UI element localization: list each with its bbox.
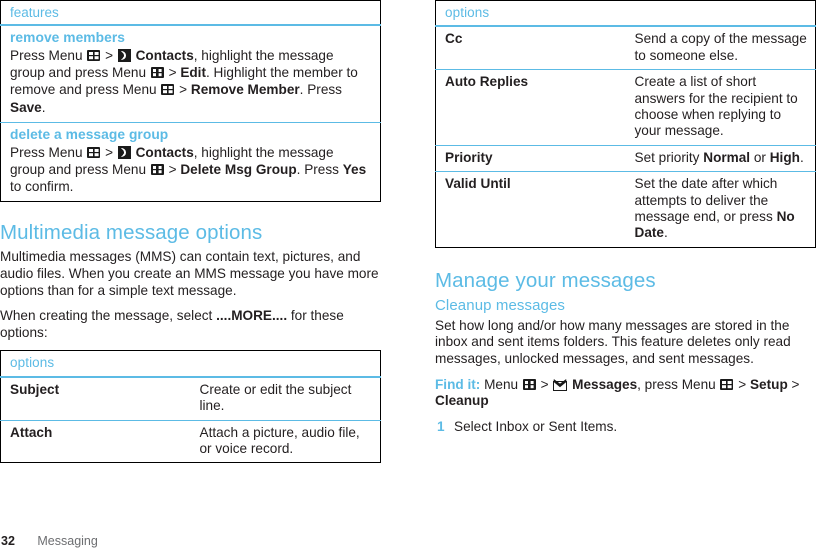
option-term: Cc [445, 31, 463, 47]
emphasis-text: Messages [568, 376, 638, 392]
option-term: Priority [435, 144, 626, 172]
features-row-body: Press Menu > Contacts, highlight the mes… [10, 48, 358, 115]
option-description: Set priority Normal or High. [625, 144, 816, 172]
find-it-label: Find it: [435, 376, 481, 392]
footer-section-name: Messaging [37, 534, 98, 548]
menu-icon [150, 164, 164, 176]
features-row-title: delete a message group [10, 126, 169, 142]
features-table-header-row: features [0, 0, 381, 26]
emphasis-text: ....MORE.... [216, 308, 288, 324]
menu-icon [87, 50, 101, 61]
cleanup-intro-paragraph: Set how long and/or how many messages ar… [435, 317, 791, 367]
menu-icon [150, 67, 164, 79]
option-description: Create a list of short answers for the r… [625, 69, 816, 146]
emphasis-text: Save [10, 99, 42, 115]
cleanup-steps-list: 1 Select Inbox or Sent Items. [435, 419, 817, 436]
emphasis-text: Edit [180, 65, 206, 81]
message-options-header-label: options [435, 0, 816, 28]
table-row: Priority Set priority Normal or High. [435, 144, 816, 172]
multimedia-more-paragraph: When creating the message, select ....MO… [0, 308, 344, 340]
section-heading-multimedia-message-options: Multimedia message options [0, 221, 263, 245]
menu-icon [720, 378, 734, 390]
table-row: Cc Send a copy of the message to someone… [436, 26, 816, 69]
left-column: features remove members Press Menu > Con… [0, 0, 382, 464]
table-row: Subject Create or edit the subject line. [1, 377, 381, 420]
page-footer: 32 Messaging [1, 534, 98, 548]
mms-options-table: options Subject Create or edit the subje… [0, 350, 381, 464]
section-heading-manage-your-messages: Manage your messages [435, 268, 656, 292]
option-term: Valid Until [435, 171, 626, 248]
messages-icon [553, 378, 568, 391]
manual-page: features remove members Press Menu > Con… [0, 0, 817, 556]
features-row-title: remove members [10, 30, 125, 45]
option-term: Auto Replies [435, 69, 626, 146]
option-term: Attach [0, 419, 191, 463]
contacts-icon [117, 145, 131, 159]
step-text: Select Inbox or Sent Items. [454, 418, 618, 434]
features-row-delete-message-group: delete a message group Press Menu > Cont… [0, 121, 381, 202]
emphasis-text: Cleanup [435, 393, 489, 409]
emphasis-text: Remove Member [190, 82, 300, 98]
emphasis-text: Contacts [131, 48, 194, 63]
emphasis-text: Contacts [131, 144, 194, 160]
emphasis-text: Normal [703, 149, 751, 165]
option-description: Attach a picture, audio file, or voice r… [190, 419, 381, 463]
emphasis-text: No Date [634, 209, 795, 241]
option-description: Send a copy of the message to someone el… [634, 31, 807, 63]
emphasis-text: High [769, 149, 800, 165]
option-term: Subject [10, 381, 60, 397]
emphasis-text: Yes [342, 162, 367, 178]
features-row-remove-members: remove members Press Menu > Contacts, hi… [1, 25, 381, 122]
page-number: 32 [1, 534, 15, 548]
menu-icon [522, 378, 536, 390]
subsection-heading-cleanup-messages: Cleanup messages [435, 296, 566, 314]
right-column: options Cc Send a copy of the message to… [435, 0, 817, 439]
table-row: Valid Until Set the date after which att… [435, 171, 816, 248]
features-row-body: Press Menu > Contacts, highlight the mes… [10, 144, 367, 195]
menu-icon [87, 146, 101, 158]
option-description: Set the date after which attempts to del… [625, 171, 816, 248]
step-number: 1 [437, 418, 445, 434]
message-options-header-row: options [435, 0, 816, 28]
emphasis-text: Setup [749, 376, 788, 392]
list-item: 1 Select Inbox or Sent Items. [435, 419, 817, 436]
menu-icon [161, 84, 175, 96]
mms-options-header-label: options [0, 350, 381, 378]
features-table-header-label: features [0, 0, 381, 26]
table-row: Auto Replies Create a list of short answ… [435, 69, 816, 146]
multimedia-intro-paragraph: Multimedia messages (MMS) can contain te… [0, 249, 379, 298]
table-row: Attach Attach a picture, audio file, or … [0, 419, 381, 463]
contacts-icon [117, 49, 131, 62]
mms-options-header-row: options [0, 350, 381, 378]
find-it-path: Find it: Menu > Messages, press Menu > S… [435, 376, 800, 409]
features-table: features remove members Press Menu > Con… [0, 0, 381, 203]
message-options-table: options Cc Send a copy of the message to… [435, 0, 816, 248]
emphasis-text: Delete Msg Group [180, 162, 297, 178]
option-description: Create or edit the subject line. [199, 381, 352, 414]
